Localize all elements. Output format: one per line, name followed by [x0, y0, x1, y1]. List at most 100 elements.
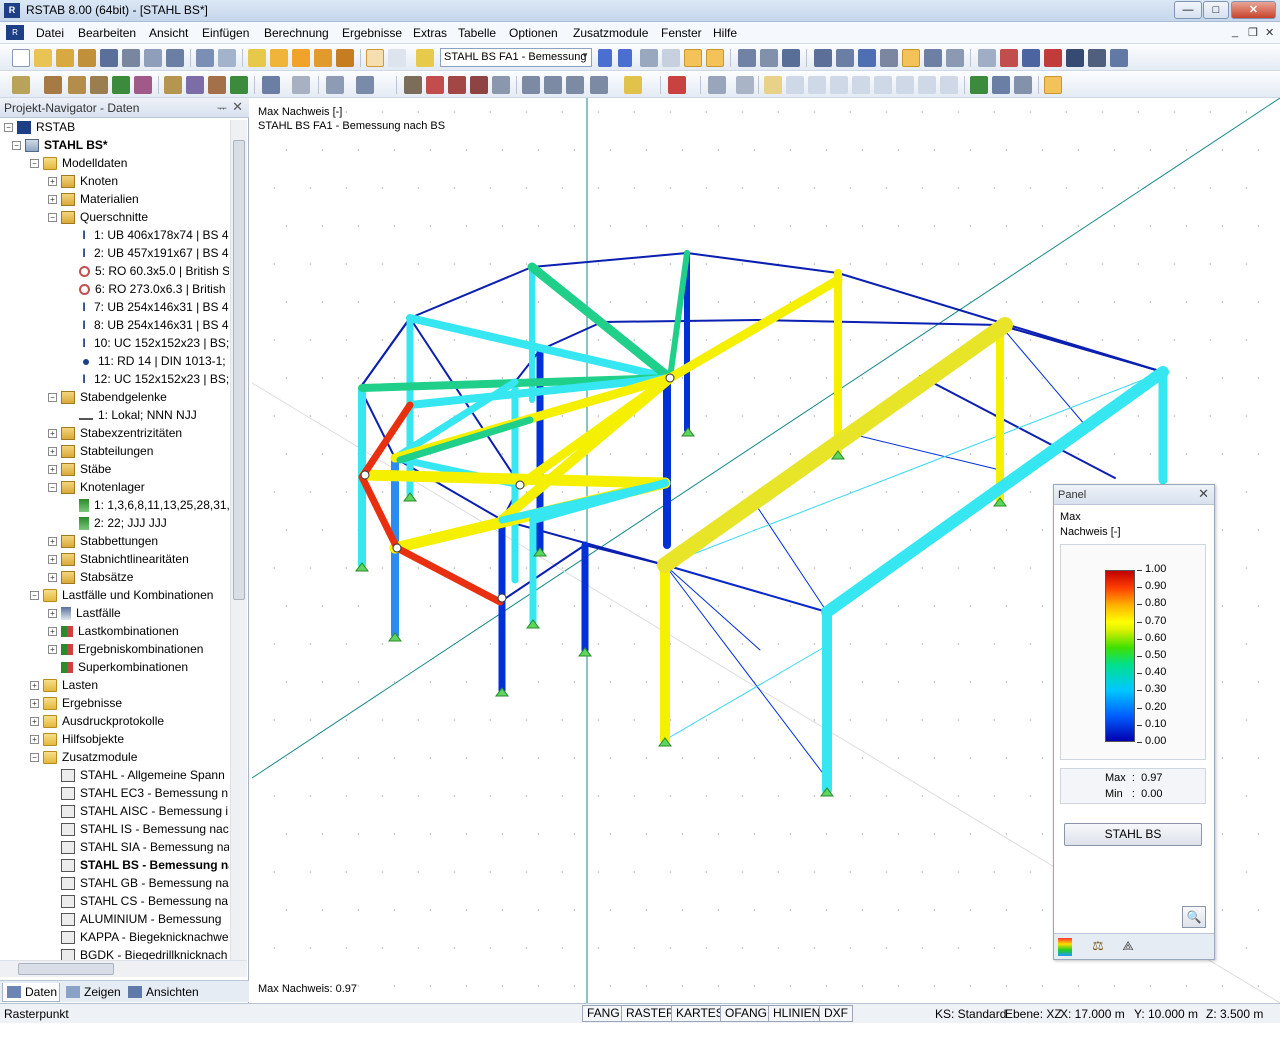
loadcase-combo[interactable]: STAHL BS FA1 - Bemessung ▼ [440, 48, 592, 67]
next-icon[interactable] [618, 49, 632, 67]
expand-icon[interactable]: + [48, 555, 57, 565]
tree-item[interactable]: STAHL SIA - Bemessung na [48, 840, 229, 858]
collapse-icon[interactable]: − [30, 753, 39, 763]
module-button[interactable]: STAHL BS [1064, 823, 1202, 846]
zoom-icon[interactable]: 🔍 [1182, 906, 1206, 928]
archive-icon[interactable] [78, 49, 96, 67]
view-y-icon[interactable] [544, 76, 562, 94]
tree-item[interactable]: STAHL EC3 - Bemessung n [48, 786, 228, 804]
values-icon[interactable] [662, 49, 680, 67]
dxf-toggle[interactable]: DXF [819, 1005, 853, 1022]
print-icon[interactable] [122, 49, 140, 67]
imposed-load-icon[interactable] [230, 76, 248, 94]
tree-item[interactable]: + Lastkombinationen [48, 624, 179, 642]
results-icon[interactable] [314, 49, 332, 67]
color-scale-icon[interactable] [1058, 938, 1072, 956]
check-icon[interactable] [668, 76, 686, 94]
mirror-icon[interactable] [448, 76, 466, 94]
tree-item[interactable]: I 12: UC 152x152x23 | BS; [66, 372, 229, 390]
tree-item[interactable]: 1: 1,3,6,8,11,13,25,28,31, [66, 498, 229, 516]
collapse-icon[interactable]: − [48, 213, 57, 223]
settings-icon[interactable] [1066, 49, 1084, 67]
edit-icon[interactable] [248, 49, 266, 67]
tree-item[interactable]: Superkombinationen [48, 660, 188, 678]
delete-icon[interactable] [1044, 49, 1062, 67]
new-file-icon[interactable] [12, 49, 30, 67]
tab-ansichten[interactable]: Ansichten [124, 983, 206, 1002]
menu-hilfe[interactable]: Hilfe [713, 26, 737, 40]
pipe-icon[interactable] [736, 76, 754, 94]
snap-icon[interactable] [836, 49, 854, 67]
show-values-icon[interactable] [706, 49, 724, 67]
expand-icon[interactable]: + [48, 537, 57, 547]
dimension-icon[interactable] [292, 76, 310, 94]
results-table-icon[interactable] [1014, 76, 1032, 94]
force-vz-icon[interactable] [830, 76, 848, 94]
tab-daten[interactable]: Daten [2, 983, 60, 1002]
guidelines-toggle[interactable]: HLINIEN [768, 1005, 826, 1022]
hinge-icon[interactable] [134, 76, 152, 94]
visibility-icon[interactable] [356, 76, 374, 94]
collapse-icon[interactable]: − [30, 591, 39, 601]
menu-optionen[interactable]: Optionen [509, 26, 558, 40]
measure-icon[interactable] [978, 49, 996, 67]
view-z-icon[interactable] [566, 76, 584, 94]
tree-item[interactable]: + Ausdruckprotokolle [30, 714, 164, 732]
results-values-icon[interactable] [336, 49, 354, 67]
tree-item[interactable]: + Stäbe [48, 462, 111, 480]
filter-icon[interactable]: ⟁ [1118, 938, 1138, 956]
tree-item[interactable]: I 8: UB 254x146x31 | BS 4- [66, 318, 229, 336]
mdi-close-button[interactable]: ✕ [1265, 26, 1274, 39]
tree-item[interactable]: + Ergebniskombinationen [48, 642, 203, 660]
scrollbar-thumb[interactable] [18, 963, 114, 975]
tree-item[interactable]: − Zusatzmodule [30, 750, 137, 768]
axonometry-icon[interactable] [624, 76, 642, 94]
tree-item[interactable]: + Stabteilungen [48, 444, 153, 462]
tree-item[interactable]: ALUMINIUM - Bemessung [48, 912, 221, 930]
node-icon[interactable] [12, 76, 30, 94]
tree-item[interactable]: I 7: UB 254x146x31 | BS 4- [66, 300, 229, 318]
pin-icon[interactable]: ᅲ [217, 100, 227, 116]
network-icon[interactable] [1110, 49, 1128, 67]
moment-mz-icon[interactable] [896, 76, 914, 94]
snap-toggle[interactable]: FANG [582, 1005, 625, 1022]
member-icon[interactable] [44, 76, 62, 94]
animation-icon[interactable] [782, 49, 800, 67]
close-icon[interactable]: ✕ [1198, 486, 1209, 502]
reactions-icon[interactable] [992, 76, 1010, 94]
export-icon[interactable] [1088, 49, 1106, 67]
tree-item[interactable]: − Stabendgelenke [48, 390, 167, 408]
view-x-icon[interactable] [522, 76, 540, 94]
project-icon[interactable] [470, 76, 488, 94]
pan-icon[interactable] [1022, 49, 1040, 67]
show-results-icon[interactable] [684, 49, 702, 67]
table-view-icon[interactable] [366, 49, 384, 67]
close-icon[interactable]: ✕ [232, 99, 243, 115]
tree-item[interactable]: KAPPA - Biegeknicknachwe [48, 930, 229, 948]
tree-item[interactable]: 6: RO 273.0x6.3 | British [66, 282, 226, 300]
expand-icon[interactable]: + [48, 645, 57, 655]
tree-item[interactable]: STAHL IS - Bemessung nac [48, 822, 229, 840]
expand-icon[interactable]: + [48, 627, 57, 637]
support-icon[interactable] [112, 76, 130, 94]
reaction-py-icon[interactable] [918, 76, 936, 94]
moment-my-icon[interactable] [874, 76, 892, 94]
mdi-minimize-button[interactable]: _ [1232, 26, 1238, 38]
tree-item[interactable]: − RSTAB [4, 120, 75, 138]
expand-icon[interactable]: + [48, 465, 57, 475]
factor-icon[interactable]: ⚖ [1088, 938, 1108, 956]
tree-item[interactable]: + Stabbettungen [48, 534, 158, 552]
nodal-load-icon[interactable] [186, 76, 204, 94]
zoom-icon[interactable] [640, 49, 658, 67]
rotate-icon[interactable] [1000, 49, 1018, 67]
open-project-icon[interactable] [56, 49, 74, 67]
rotate-model-icon[interactable] [426, 76, 444, 94]
menu-berechnung[interactable]: Berechnung [264, 26, 329, 40]
tree-item[interactable]: − Lastfälle und Kombinationen [30, 588, 213, 606]
copy-icon[interactable] [404, 76, 422, 94]
deformation-icon[interactable] [764, 76, 782, 94]
tree-item[interactable]: STAHL CS - Bemessung na [48, 894, 228, 912]
previous-icon[interactable] [598, 49, 612, 67]
tree-item[interactable]: STAHL BS - Bemessung na [48, 858, 229, 876]
scrollbar-thumb[interactable] [233, 140, 245, 600]
